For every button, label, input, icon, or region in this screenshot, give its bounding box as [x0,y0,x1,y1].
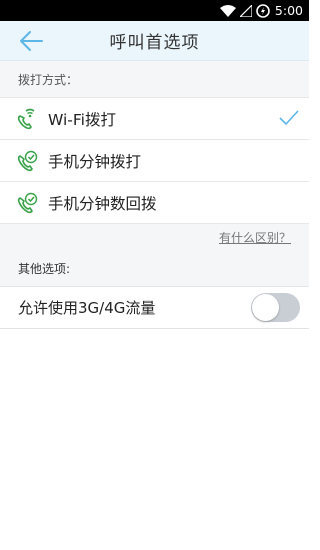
option-wifi-call[interactable]: Wi-Fi拨打 [0,98,309,140]
mobile-data-label: 允许使用3G/4G流量 [18,299,156,317]
dial-method-label: 拨打方式： [0,61,309,98]
check-icon [279,109,299,127]
option-phone-callback[interactable]: 手机分钟数回拨 [0,182,309,224]
status-time: 5:00 [274,3,303,18]
option-phone-minutes[interactable]: 手机分钟拨打 [0,140,309,182]
diff-link-container: 有什么区别？ [0,224,309,251]
empty-area [0,329,309,539]
toggle-knob [252,294,279,321]
phone-check-icon [16,150,38,172]
phone-check-icon [16,192,38,214]
page-title: 呼叫首选项 [109,33,200,53]
wifi-signal-icon [219,4,236,17]
app-header: 呼叫首选项 [0,21,309,61]
cell-signal-icon [239,4,252,17]
wifi-phone-icon [16,108,38,130]
option-label: Wi-Fi拨打 [48,110,116,129]
mobile-data-toggle[interactable] [251,293,300,322]
arrow-left-icon[interactable] [18,30,44,52]
other-options-label: 其他选项: [0,251,309,287]
option-label: 手机分钟拨打 [48,152,142,171]
option-label: 手机分钟数回拨 [48,194,157,213]
status-bar: 5:00 [0,0,309,21]
mobile-data-row: 允许使用3G/4G流量 [0,287,309,329]
what-is-difference-link[interactable]: 有什么区别？ [219,229,291,246]
battery-icon [256,3,270,18]
